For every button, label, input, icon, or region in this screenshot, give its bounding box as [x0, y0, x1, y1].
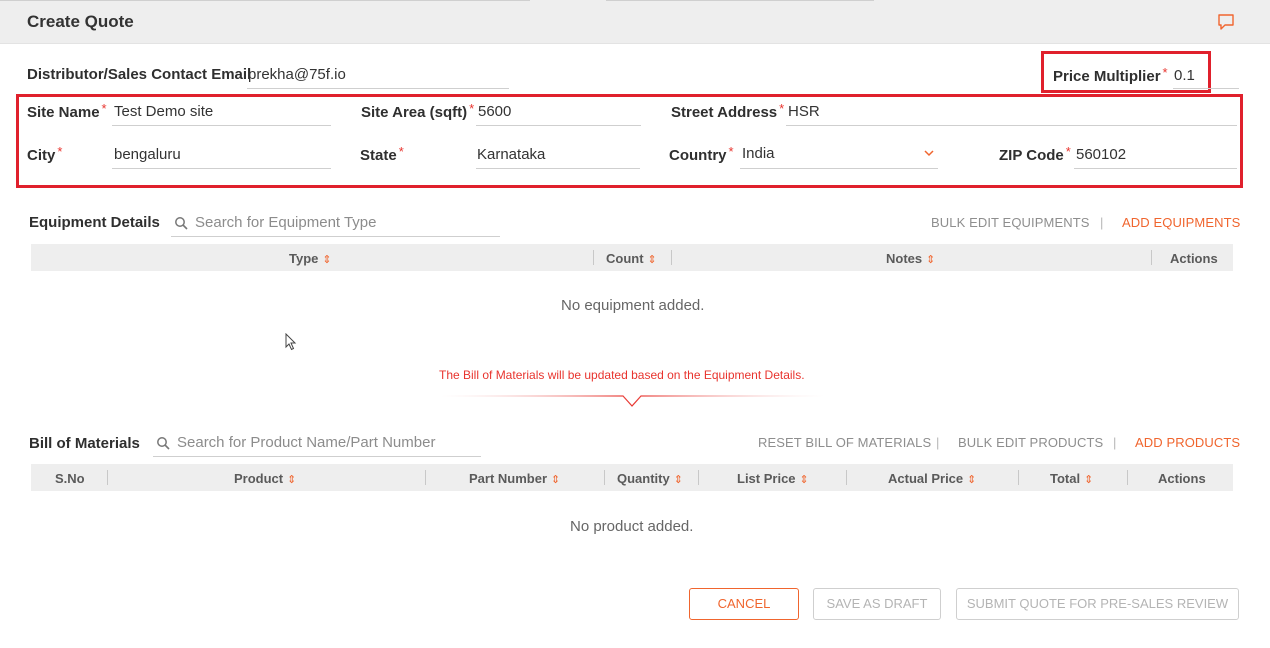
email-underline — [247, 88, 509, 89]
top-divider — [0, 0, 530, 1]
street-address-field[interactable]: HSR — [788, 103, 820, 120]
city-underline — [112, 168, 331, 169]
state-label: State * — [360, 144, 404, 164]
column-divider — [1151, 250, 1152, 265]
sort-icon: ⇕ — [799, 474, 809, 486]
bom-update-notice: The Bill of Materials will be updated ba… — [439, 368, 805, 382]
price-multiplier-field[interactable]: 0.1 — [1174, 67, 1195, 84]
equipment-table-header: Type ⇕ Count ⇕ Notes ⇕ Actions — [31, 244, 1233, 271]
column-actions: Actions — [1158, 471, 1206, 486]
column-type[interactable]: Type ⇕ — [289, 251, 332, 266]
site-name-underline — [112, 125, 331, 126]
state-field[interactable]: Karnataka — [477, 146, 545, 163]
comment-icon[interactable] — [1216, 12, 1236, 32]
separator: | — [1113, 435, 1117, 450]
search-icon — [175, 217, 188, 230]
multiplier-underline — [1173, 88, 1239, 89]
column-actions: Actions — [1170, 251, 1218, 266]
column-divider — [425, 470, 426, 485]
column-part-number[interactable]: Part Number ⇕ — [469, 471, 560, 486]
column-total[interactable]: Total ⇕ — [1050, 471, 1093, 486]
country-label: Country * — [669, 144, 734, 164]
state-underline — [476, 168, 640, 169]
bom-table-header: S.No Product ⇕ Part Number ⇕ Quantity ⇕ Lis… — [31, 464, 1233, 491]
bulk-edit-products-link[interactable]: BULK EDIT PRODUCTS — [958, 435, 1103, 450]
dialog-header: Create Quote — [0, 0, 1270, 44]
country-select[interactable]: India — [742, 145, 775, 162]
chevron-down-icon[interactable] — [923, 149, 935, 157]
equipment-search-underline — [171, 236, 500, 237]
country-underline — [740, 168, 938, 169]
column-product[interactable]: Product ⇕ — [234, 471, 296, 486]
search-icon — [157, 437, 170, 450]
sort-icon: ⇕ — [287, 474, 297, 486]
site-area-label: Site Area (sqft) * — [361, 101, 475, 121]
mouse-cursor-icon — [285, 333, 297, 351]
site-area-underline — [476, 125, 641, 126]
sort-icon: ⇕ — [926, 254, 936, 266]
email-label: Distributor/Sales Contact Email — [27, 66, 252, 83]
add-products-link[interactable]: ADD PRODUCTS — [1135, 435, 1240, 450]
notice-divider-arrow — [440, 395, 824, 407]
sort-icon: ⇕ — [673, 474, 683, 486]
city-field[interactable]: bengaluru — [114, 146, 181, 163]
separator: | — [936, 435, 940, 450]
column-divider — [107, 470, 108, 485]
zip-code-underline — [1074, 168, 1237, 169]
sort-icon: ⇕ — [647, 254, 657, 266]
price-multiplier-label: Price Multiplier * — [1053, 65, 1168, 85]
equipment-search-input[interactable]: Search for Equipment Type — [195, 214, 377, 231]
column-notes[interactable]: Notes ⇕ — [886, 251, 935, 266]
street-address-underline — [786, 125, 1237, 126]
column-divider — [604, 470, 605, 485]
add-equipments-link[interactable]: ADD EQUIPMENTS — [1122, 215, 1240, 230]
zip-code-label: ZIP Code * — [999, 144, 1071, 164]
column-divider — [671, 250, 672, 265]
column-sno: S.No — [55, 471, 85, 486]
column-quantity[interactable]: Quantity ⇕ — [617, 471, 683, 486]
bill-of-materials-title: Bill of Materials — [29, 435, 140, 452]
column-divider — [593, 250, 594, 265]
site-name-label: Site Name * — [27, 101, 107, 121]
site-area-field[interactable]: 5600 — [478, 103, 511, 120]
sort-icon: ⇕ — [322, 254, 332, 266]
column-divider — [1018, 470, 1019, 485]
column-list-price[interactable]: List Price ⇕ — [737, 471, 809, 486]
email-field[interactable]: prekha@75f.io — [248, 66, 346, 83]
bulk-edit-equipments-link[interactable]: BULK EDIT EQUIPMENTS — [931, 215, 1090, 230]
zip-code-field[interactable]: 560102 — [1076, 146, 1126, 163]
product-empty-message: No product added. — [570, 518, 694, 535]
column-divider — [1127, 470, 1128, 485]
equipment-details-title: Equipment Details — [29, 214, 160, 231]
product-search-input[interactable]: Search for Product Name/Part Number — [177, 434, 435, 451]
city-label: City * — [27, 144, 63, 164]
dialog-title: Create Quote — [27, 12, 134, 31]
street-address-label: Street Address * — [671, 101, 785, 121]
save-as-draft-button[interactable]: SAVE AS DRAFT — [813, 588, 941, 620]
top-divider — [606, 0, 874, 1]
submit-quote-button[interactable]: SUBMIT QUOTE FOR PRE-SALES REVIEW — [956, 588, 1239, 620]
column-divider — [698, 470, 699, 485]
product-search-underline — [153, 456, 481, 457]
column-actual-price[interactable]: Actual Price ⇕ — [888, 471, 976, 486]
sort-icon: ⇕ — [1084, 474, 1094, 486]
equipment-empty-message: No equipment added. — [561, 297, 705, 314]
reset-bill-of-materials-link[interactable]: RESET BILL OF MATERIALS — [758, 435, 931, 450]
site-name-field[interactable]: Test Demo site — [114, 103, 213, 120]
sort-icon: ⇕ — [551, 474, 561, 486]
column-divider — [846, 470, 847, 485]
cancel-button[interactable]: CANCEL — [689, 588, 799, 620]
separator: | — [1100, 215, 1104, 230]
sort-icon: ⇕ — [967, 474, 977, 486]
column-count[interactable]: Count ⇕ — [606, 251, 657, 266]
